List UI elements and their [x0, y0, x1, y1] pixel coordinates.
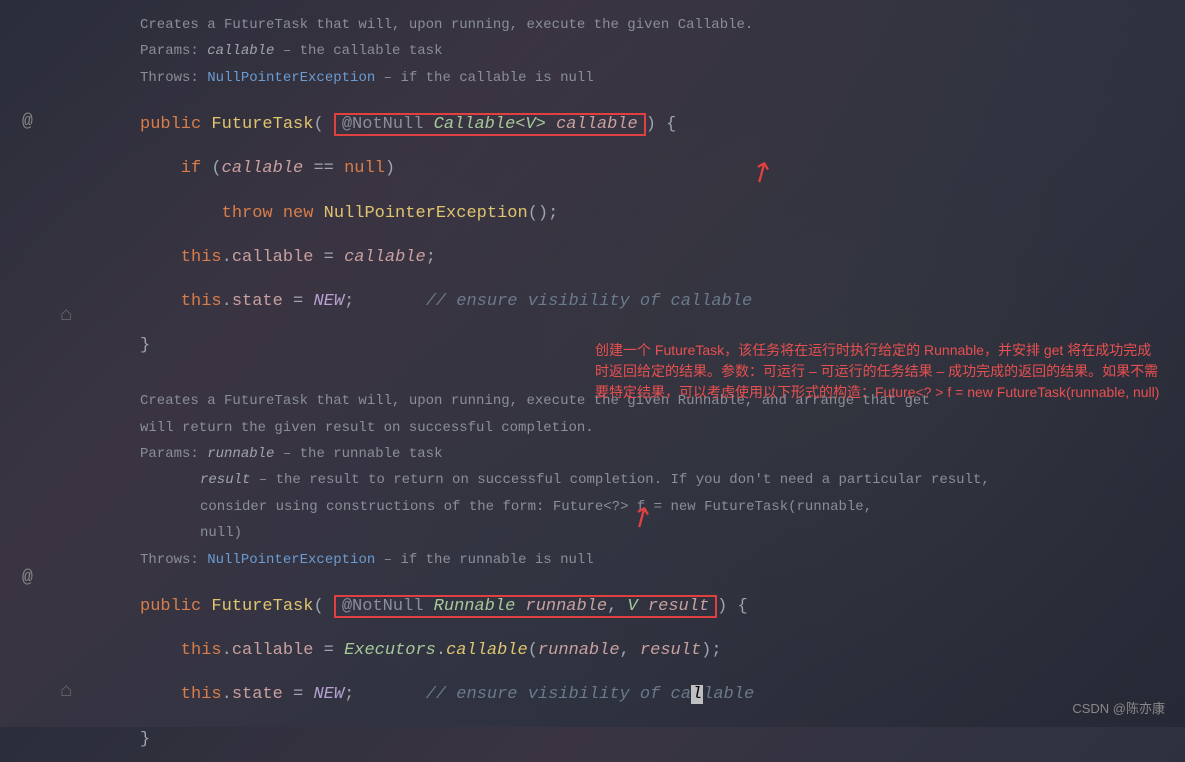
editor-gutter: @ ⌂ @ ⌂ [0, 0, 70, 727]
params-label: Params: [140, 446, 199, 462]
home-gutter-icon[interactable]: ⌂ [60, 304, 72, 327]
watermark: CSDN @陈亦康 [1072, 698, 1165, 717]
highlighted-param-box: @NotNull Callable<V> callable [334, 113, 646, 136]
throws-link[interactable]: NullPointerException [207, 70, 375, 86]
param-name: callable [207, 43, 274, 59]
constructor-2[interactable]: public FutureTask( @NotNull Runnable run… [140, 585, 1165, 762]
throws-label: Throws: [140, 70, 199, 86]
override-gutter-icon[interactable]: @ [22, 112, 33, 132]
javadoc-block: Creates a FutureTask that will, upon run… [140, 12, 1165, 91]
doc-code-ref: Callable [678, 17, 745, 33]
home-gutter-icon[interactable]: ⌂ [60, 680, 72, 703]
highlighted-param-box: @NotNull Runnable runnable, V result [334, 595, 717, 618]
override-gutter-icon[interactable]: @ [22, 568, 33, 588]
user-annotation-text: 创建一个 FutureTask，该任务将在运行时执行给定的 Runnable，并… [595, 340, 1165, 403]
throws-label: Throws: [140, 552, 199, 568]
javadoc-block: Creates a FutureTask that will, upon run… [140, 388, 1165, 573]
text-cursor: l [691, 685, 703, 704]
throws-link[interactable]: NullPointerException [207, 552, 375, 568]
constructor-1[interactable]: public FutureTask( @NotNull Callable<V> … [140, 103, 1165, 368]
doc-text: Creates a FutureTask that will, upon run… [140, 17, 678, 33]
params-label: Params: [140, 43, 199, 59]
